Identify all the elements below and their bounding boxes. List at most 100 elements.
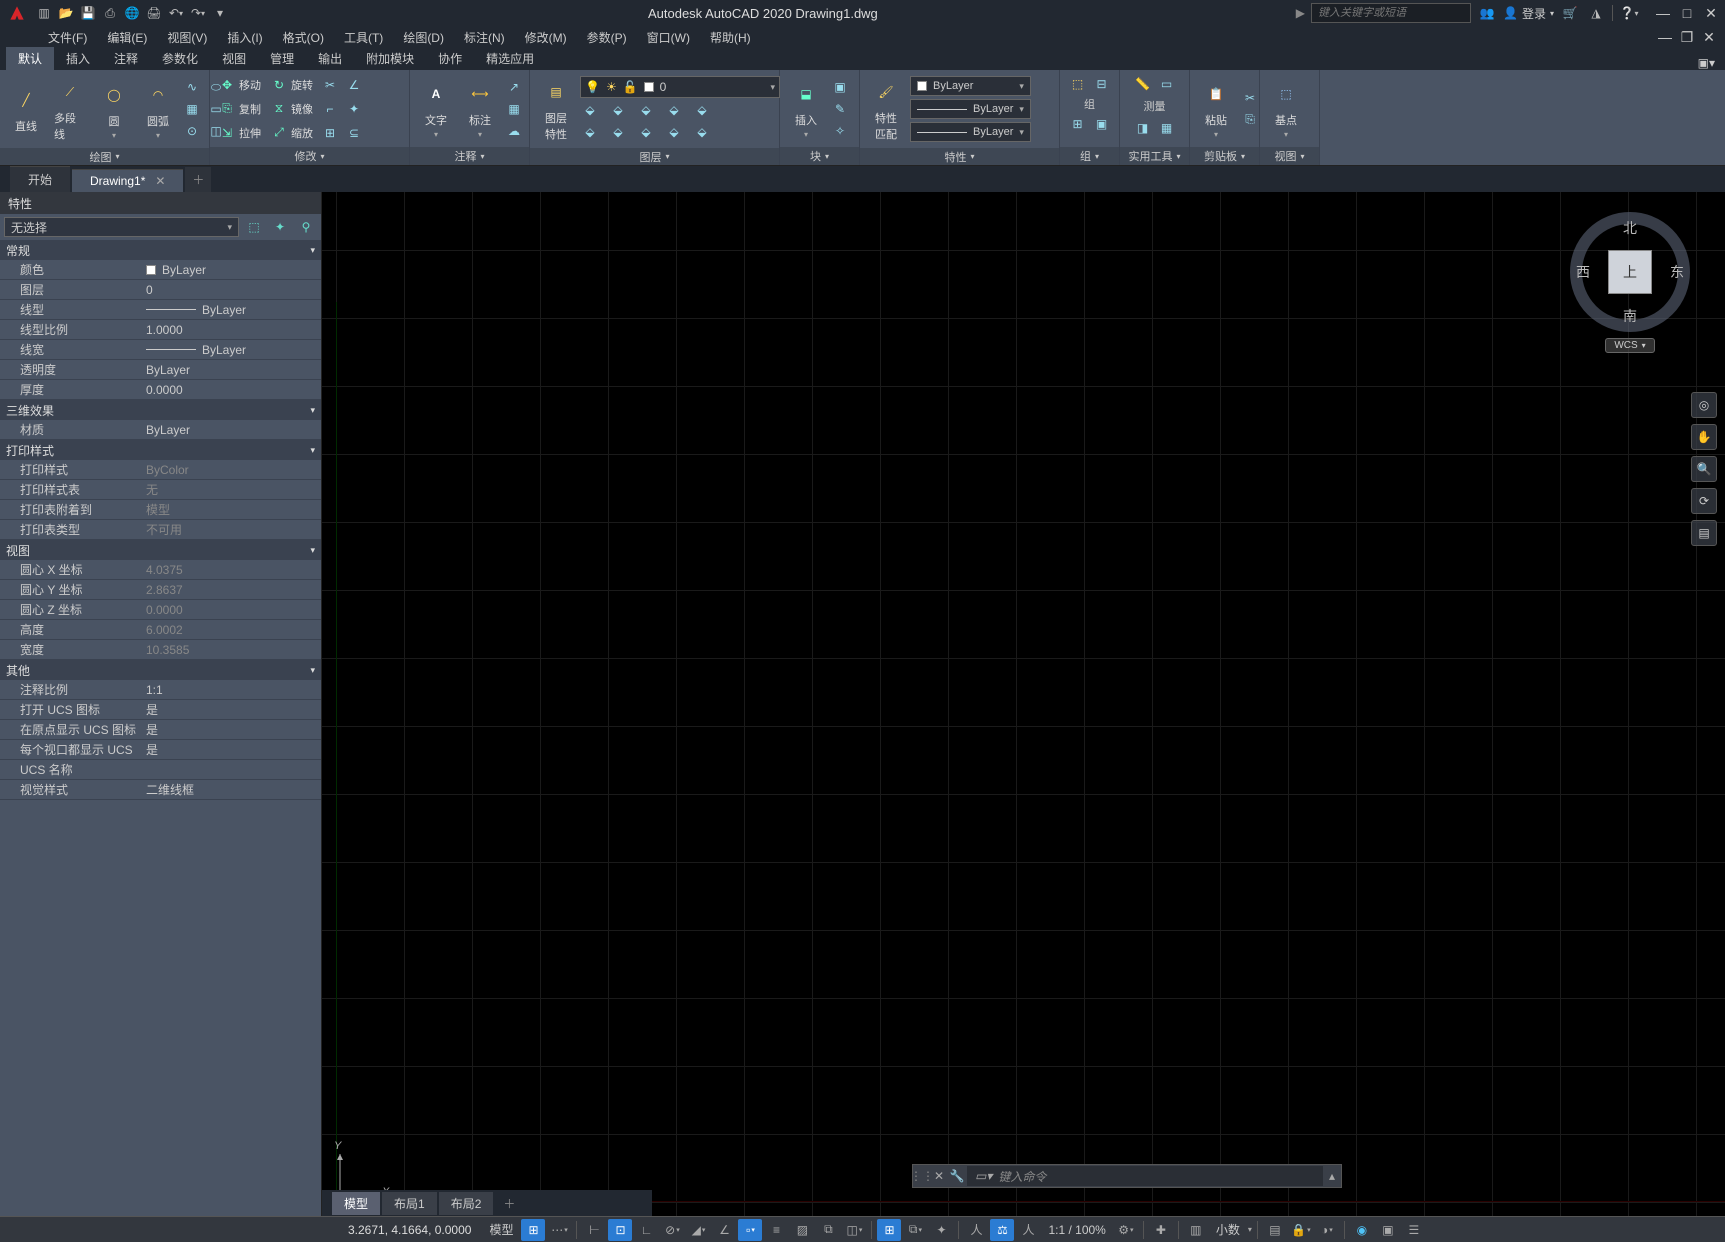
explode-icon[interactable]: ✦ xyxy=(344,99,364,119)
isolate-objects-icon[interactable]: ◑▾ xyxy=(1315,1219,1339,1241)
ungroup-icon[interactable]: ⊟ xyxy=(1092,74,1112,94)
viewcube-top[interactable]: 上 xyxy=(1608,250,1652,294)
saveas-icon[interactable]: ⎙ xyxy=(100,3,120,23)
annotation-visibility-icon[interactable]: 人 xyxy=(964,1219,988,1241)
mdi-restore-icon[interactable]: ❐ xyxy=(1677,28,1697,46)
panel-view-title[interactable]: 视图▾ xyxy=(1260,147,1319,165)
panel-util-title[interactable]: 实用工具▾ xyxy=(1120,147,1189,165)
tab-collab[interactable]: 协作 xyxy=(426,47,474,70)
lock-ui-icon[interactable]: 🔒▾ xyxy=(1289,1219,1313,1241)
tab-close-icon[interactable]: ✕ xyxy=(155,174,165,188)
tab-addins[interactable]: 附加模块 xyxy=(354,47,426,70)
prop-sucs[interactable]: 是 xyxy=(140,720,321,739)
viewcube-wcs[interactable]: WCS▾ xyxy=(1605,338,1654,353)
calc-icon[interactable]: ◨ xyxy=(1133,118,1153,138)
line-button[interactable]: ╱直线 xyxy=(6,82,46,136)
matchprop-button[interactable]: 🖌特性 匹配 xyxy=(866,74,906,144)
snap-mode-icon[interactable]: ⋯▾ xyxy=(547,1219,571,1241)
hardware-accel-icon[interactable]: ◉ xyxy=(1350,1219,1374,1241)
isoplane-icon[interactable]: ◢▾ xyxy=(686,1219,710,1241)
orbit-icon[interactable]: ⟳ xyxy=(1691,488,1717,514)
panel-block-title[interactable]: 块▾ xyxy=(780,147,859,165)
selection-filter-icon[interactable]: ⧉▾ xyxy=(903,1219,927,1241)
command-line[interactable]: ⋮⋮ ✕ 🔧 ▭▾键入命令 ▴ xyxy=(912,1164,1342,1188)
tab-view[interactable]: 视图 xyxy=(210,47,258,70)
mdi-close-icon[interactable]: ✕ xyxy=(1699,28,1719,46)
status-model[interactable]: 模型 xyxy=(483,1221,519,1238)
ribbon-collapse-icon[interactable]: ▣▾ xyxy=(1688,56,1725,70)
new-icon[interactable]: ▥ xyxy=(34,3,54,23)
plot-icon[interactable]: 🖨 xyxy=(144,3,164,23)
clean-screen-icon[interactable]: ▣ xyxy=(1376,1219,1400,1241)
menu-help[interactable]: 帮助(H) xyxy=(702,27,759,48)
layer-on-icon[interactable]: ⬙ xyxy=(580,122,600,142)
cmdline-grip-icon[interactable]: ⋮⋮ xyxy=(913,1169,931,1183)
lweight-combo[interactable]: ByLayer▾ xyxy=(910,99,1031,119)
coordinates[interactable]: 3.2671, 4.1664, 0.0000 xyxy=(338,1223,481,1237)
minimize-icon[interactable]: — xyxy=(1653,4,1673,22)
selection-combo[interactable]: 无选择▾ xyxy=(4,217,239,237)
viewcube[interactable]: 上 北 南 东 西 WCS▾ xyxy=(1565,212,1695,372)
prop-eucs[interactable]: 是 xyxy=(140,740,321,759)
open-icon[interactable]: 📂 xyxy=(56,3,76,23)
cat-other[interactable]: 其他▾ xyxy=(0,660,321,680)
create-block-icon[interactable]: ▣ xyxy=(830,77,850,97)
pan-icon[interactable]: ✋ xyxy=(1691,424,1717,450)
infer-constraints-icon[interactable]: ⊢ xyxy=(582,1219,606,1241)
pickadd-icon[interactable]: ⬚ xyxy=(243,217,265,237)
panel-props-title[interactable]: 特性▾ xyxy=(860,148,1059,165)
3d-osnap-icon[interactable]: ◫▾ xyxy=(842,1219,866,1241)
prop-oucs[interactable]: 是 xyxy=(140,700,321,719)
gizmo-icon[interactable]: ✦ xyxy=(929,1219,953,1241)
dynamic-input-icon[interactable]: ⊡ xyxy=(608,1219,632,1241)
stretch-button[interactable]: ⇲拉伸 xyxy=(216,124,264,142)
panel-clip-title[interactable]: 剪贴板▾ xyxy=(1190,147,1259,165)
copy-button[interactable]: ⎘复制 xyxy=(216,100,264,118)
prop-ltscale[interactable]: 1.0000 xyxy=(140,320,321,339)
cat-general[interactable]: 常规▾ xyxy=(0,240,321,260)
zoom-extents-icon[interactable]: 🔍 xyxy=(1691,456,1717,482)
cat-view[interactable]: 视图▾ xyxy=(0,540,321,560)
panel-layers-title[interactable]: 图层▾ xyxy=(530,148,779,165)
quick-select-icon[interactable]: ⚲ xyxy=(295,217,317,237)
array-icon[interactable]: ⊞ xyxy=(320,123,340,143)
ltype-combo[interactable]: ByLayer▾ xyxy=(910,122,1031,142)
menu-modify[interactable]: 修改(M) xyxy=(517,27,575,48)
selection-cycling-icon[interactable]: ⧉ xyxy=(816,1219,840,1241)
cmdline-customize-icon[interactable]: 🔧 xyxy=(947,1169,967,1183)
prop-thick[interactable]: 0.0000 xyxy=(140,380,321,399)
tab-drawing1[interactable]: Drawing1*✕ xyxy=(72,169,183,192)
panel-group-title[interactable]: 组▾ xyxy=(1060,147,1119,165)
trim-icon[interactable]: ✂ xyxy=(320,75,340,95)
prop-lweight[interactable]: ByLayer xyxy=(140,340,321,359)
copy-clip-icon[interactable]: ⎘ xyxy=(1240,110,1260,130)
tab-manage[interactable]: 管理 xyxy=(258,47,306,70)
layer-off-icon[interactable]: ⬙ xyxy=(580,100,600,120)
tab-parametric[interactable]: 参数化 xyxy=(150,47,210,70)
cloud-icon[interactable]: ☁ xyxy=(504,121,524,141)
infocenter-search[interactable] xyxy=(1311,3,1471,23)
prop-ltype[interactable]: ByLayer xyxy=(140,300,321,319)
layer-freeze-icon[interactable]: ⬙ xyxy=(636,100,656,120)
prop-ucsn[interactable] xyxy=(140,760,321,779)
cut-icon[interactable]: ✂ xyxy=(1240,88,1260,108)
color-combo[interactable]: ByLayer▾ xyxy=(910,76,1031,96)
qcalc-icon[interactable]: ▦ xyxy=(1157,118,1177,138)
cat-pstyle[interactable]: 打印样式▾ xyxy=(0,440,321,460)
web-icon[interactable]: 🌐 xyxy=(122,3,142,23)
layer-uniso-icon[interactable]: ⬙ xyxy=(608,122,628,142)
app-store-icon[interactable]: 🛒 xyxy=(1560,3,1580,23)
tab-default[interactable]: 默认 xyxy=(6,47,54,70)
tab-output[interactable]: 输出 xyxy=(306,47,354,70)
tab-insert[interactable]: 插入 xyxy=(54,47,102,70)
workspace-icon[interactable]: ⚙▾ xyxy=(1114,1219,1138,1241)
attr-icon[interactable]: ✧ xyxy=(830,121,850,141)
layout-model[interactable]: 模型 xyxy=(332,1192,380,1215)
offset-icon[interactable]: ⊆ xyxy=(344,123,364,143)
panel-draw-title[interactable]: 绘图▾ xyxy=(0,148,209,165)
prop-color[interactable]: ByLayer xyxy=(140,260,321,279)
units-icon[interactable]: ▥ xyxy=(1184,1219,1208,1241)
mdi-minimize-icon[interactable]: — xyxy=(1655,28,1675,46)
new-tab-button[interactable]: ＋ xyxy=(185,167,211,192)
prop-vs[interactable]: 二维线框 xyxy=(140,780,321,799)
